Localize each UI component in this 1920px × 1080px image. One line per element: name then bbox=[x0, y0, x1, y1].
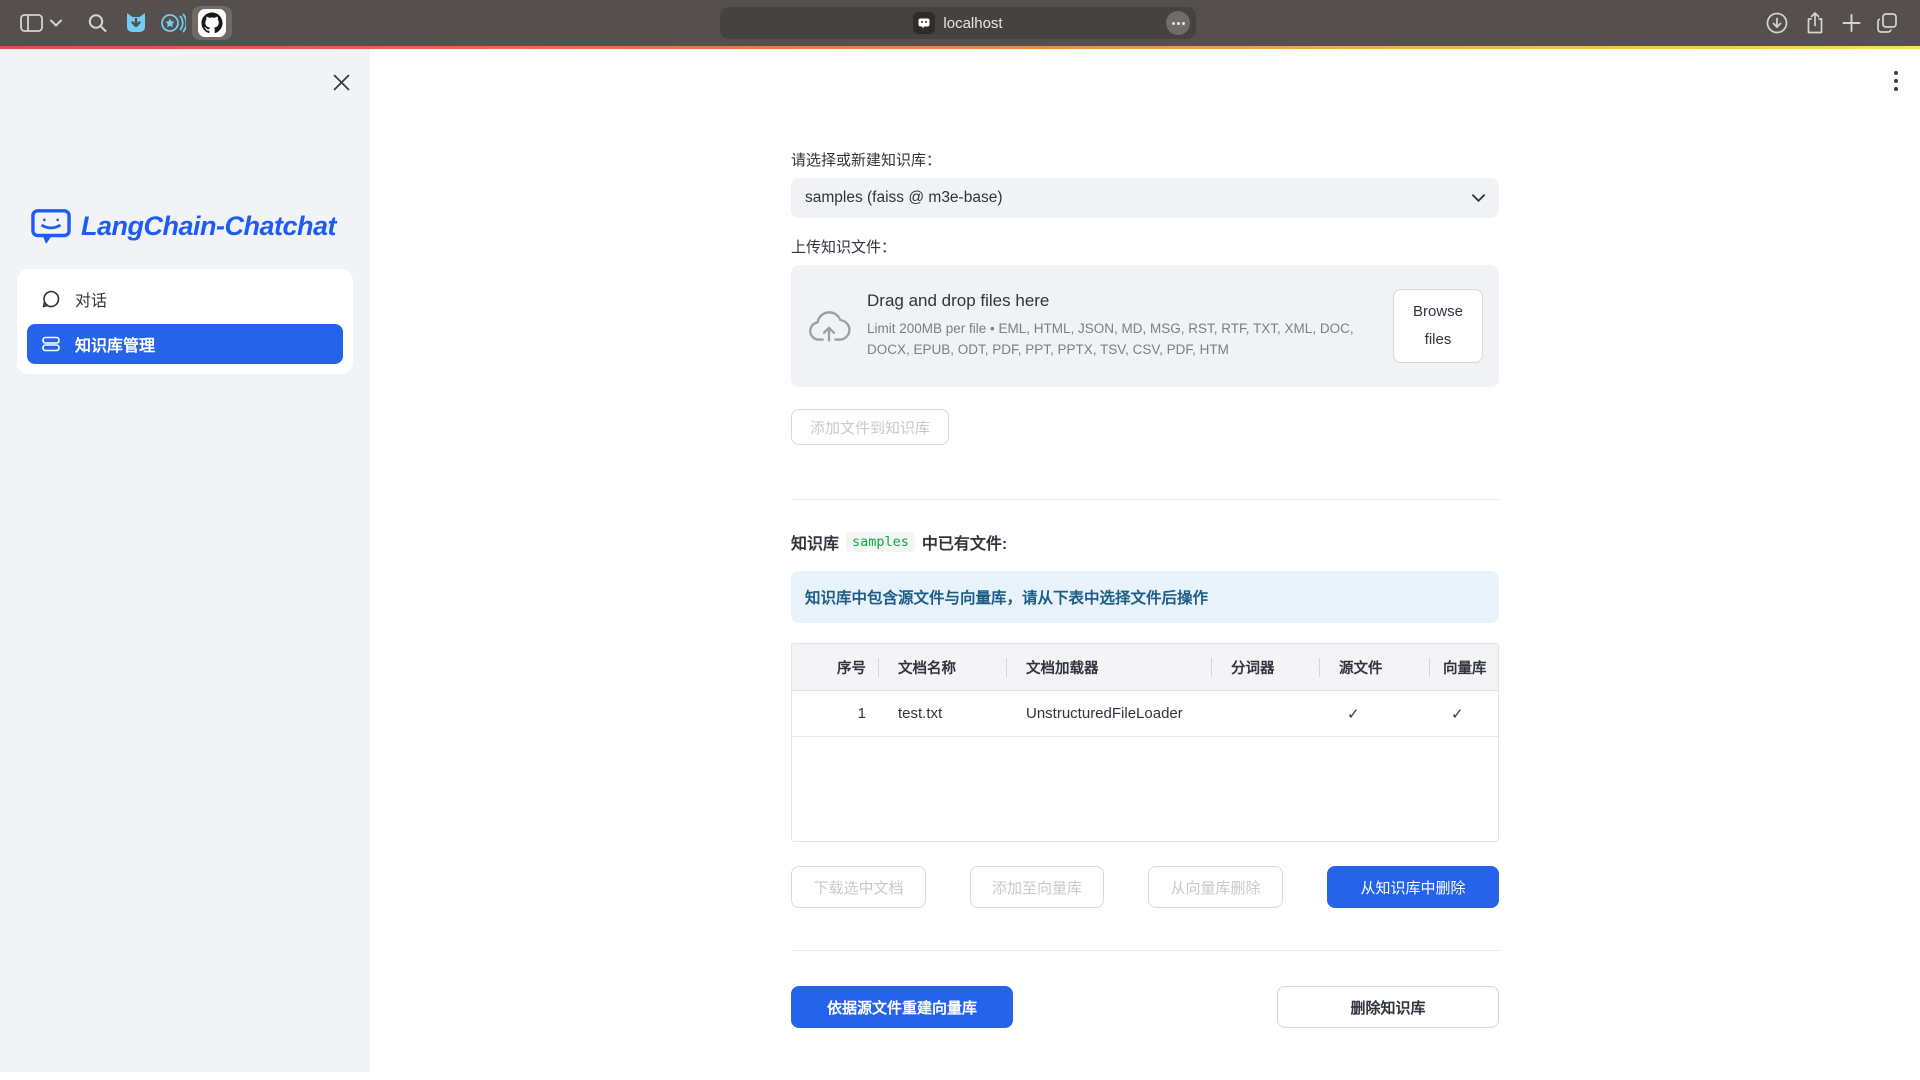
delete-from-kb-button[interactable]: 从知识库中删除 bbox=[1327, 866, 1499, 908]
cell-loader: UnstructuredFileLoader bbox=[1006, 691, 1211, 736]
col-header-loader: 文档加载器 bbox=[1006, 644, 1211, 690]
kb-select[interactable]: samples (faiss @ m3e-base) bbox=[791, 178, 1499, 218]
chat-bubble-logo-icon bbox=[30, 207, 72, 245]
browse-files-button[interactable]: Browse files bbox=[1393, 289, 1483, 363]
table-header-row: 序号 文档名称 文档加载器 分词器 源文件 向量库 bbox=[792, 644, 1498, 691]
dropzone-title: Drag and drop files here bbox=[867, 291, 1377, 311]
delete-kb-button[interactable]: 删除知识库 bbox=[1277, 986, 1499, 1028]
main-area: 请选择或新建知识库： samples (faiss @ m3e-base) 上传… bbox=[370, 49, 1920, 1080]
add-to-vector-button[interactable]: 添加至向量库 bbox=[970, 866, 1104, 908]
divider bbox=[791, 499, 1499, 500]
col-header-source-file: 源文件 bbox=[1319, 644, 1429, 690]
kb-name-code: samples bbox=[846, 532, 915, 552]
sidebar-toggle-icon[interactable] bbox=[20, 14, 43, 32]
col-header-splitter: 分词器 bbox=[1211, 644, 1319, 690]
kb-select-value: samples (faiss @ m3e-base) bbox=[805, 189, 1003, 207]
info-banner: 知识库中包含源文件与向量库，请从下表中选择文件后操作 bbox=[791, 571, 1499, 623]
file-dropzone[interactable]: Drag and drop files here Limit 200MB per… bbox=[791, 265, 1499, 387]
cat-download-extension-icon[interactable] bbox=[124, 11, 148, 35]
col-header-index: 序号 bbox=[792, 644, 878, 690]
info-banner-text: 知识库中包含源文件与向量库，请从下表中选择文件后操作 bbox=[805, 586, 1208, 608]
search-icon[interactable] bbox=[88, 14, 107, 33]
app-logo: LangChain-Chatchat bbox=[30, 207, 336, 245]
page-options-icon[interactable] bbox=[1166, 11, 1190, 35]
col-header-vector-store: 向量库 bbox=[1429, 644, 1498, 690]
site-favicon bbox=[913, 12, 935, 34]
cell-splitter bbox=[1211, 691, 1319, 736]
chat-icon bbox=[41, 289, 61, 309]
divider bbox=[791, 950, 1499, 951]
rebuild-vector-store-button[interactable]: 依据源文件重建向量库 bbox=[791, 986, 1013, 1028]
sidebar: LangChain-Chatchat 对话 知识库管理 bbox=[0, 49, 370, 1072]
sidebar-item-dialogue[interactable]: 对话 bbox=[27, 279, 343, 319]
sidebar-nav-card: 对话 知识库管理 bbox=[17, 269, 353, 374]
cell-index: 1 bbox=[792, 691, 878, 736]
downloads-icon[interactable] bbox=[1766, 12, 1788, 34]
app-page: LangChain-Chatchat 对话 知识库管理 bbox=[0, 49, 1920, 1080]
circles-star-extension-icon[interactable] bbox=[160, 11, 186, 35]
delete-from-vector-button[interactable]: 从向量库删除 bbox=[1148, 866, 1283, 908]
address-bar[interactable]: localhost bbox=[720, 7, 1196, 39]
table-empty-space bbox=[792, 737, 1498, 841]
knowledge-stack-icon bbox=[41, 334, 61, 354]
dropzone-text: Drag and drop files here Limit 200MB per… bbox=[867, 291, 1377, 361]
sidebar-close-icon[interactable] bbox=[328, 69, 354, 95]
table-actions: 下载选中文档 添加至向量库 从向量库删除 从知识库中删除 bbox=[791, 866, 1499, 908]
sidebar-item-label: 知识库管理 bbox=[75, 332, 155, 356]
share-icon[interactable] bbox=[1805, 11, 1825, 35]
tab-overview-icon[interactable] bbox=[1876, 12, 1898, 34]
logo-text: LangChain-Chatchat bbox=[81, 211, 336, 242]
cell-doc-name: test.txt bbox=[878, 691, 1006, 736]
select-chevron-down-icon bbox=[1472, 194, 1485, 202]
cell-vector-store-check: ✓ bbox=[1429, 691, 1498, 736]
cell-source-file-check: ✓ bbox=[1319, 691, 1429, 736]
files-heading-prefix: 知识库 bbox=[791, 530, 839, 554]
github-extension-icon[interactable] bbox=[192, 6, 232, 40]
kb-actions: 依据源文件重建向量库 删除知识库 bbox=[791, 986, 1499, 1028]
download-selected-button[interactable]: 下载选中文档 bbox=[791, 866, 926, 908]
upload-label: 上传知识文件： bbox=[791, 236, 1499, 257]
url-text: localhost bbox=[943, 15, 1002, 32]
new-tab-icon[interactable] bbox=[1842, 14, 1861, 33]
files-heading: 知识库 samples 中已有文件: bbox=[791, 530, 1499, 554]
cloud-upload-icon bbox=[807, 307, 851, 345]
sidebar-item-kb-management[interactable]: 知识库管理 bbox=[27, 324, 343, 364]
files-table: 序号 文档名称 文档加载器 分词器 源文件 向量库 1 test.txt Uns… bbox=[791, 643, 1499, 842]
github-icon-active-background bbox=[192, 6, 232, 40]
table-row[interactable]: 1 test.txt UnstructuredFileLoader ✓ ✓ bbox=[792, 691, 1498, 737]
files-heading-suffix: 中已有文件: bbox=[922, 530, 1007, 554]
sidebar-item-label: 对话 bbox=[75, 287, 107, 311]
kb-select-label: 请选择或新建知识库： bbox=[791, 149, 1499, 170]
col-header-doc-name: 文档名称 bbox=[878, 644, 1006, 690]
dropzone-hint: Limit 200MB per file • EML, HTML, JSON, … bbox=[867, 319, 1377, 361]
browser-toolbar: localhost bbox=[0, 0, 1920, 46]
chevron-down-icon[interactable] bbox=[50, 19, 62, 27]
add-files-to-kb-button[interactable]: 添加文件到知识库 bbox=[791, 409, 949, 445]
